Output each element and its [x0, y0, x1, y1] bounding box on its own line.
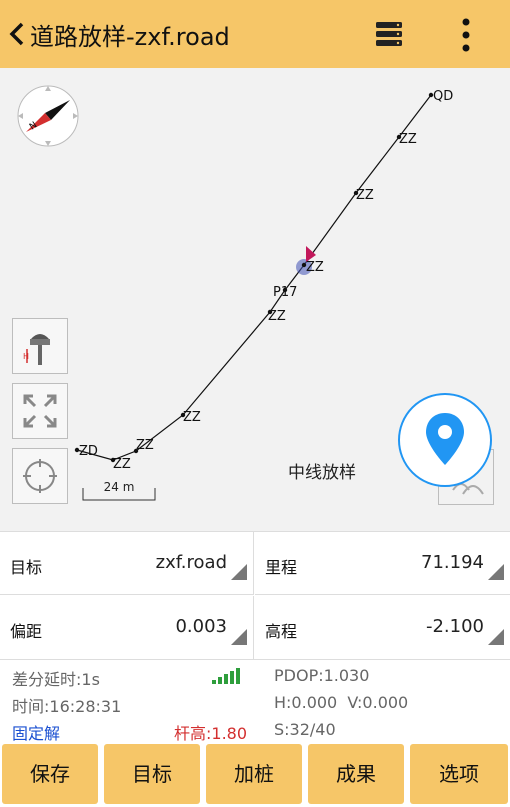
list-icon[interactable]	[374, 20, 404, 48]
results-button[interactable]: 成果	[308, 744, 404, 804]
pole-height-text: 杆高:1.80	[174, 724, 248, 743]
centerline-path	[76, 94, 432, 461]
location-pin-icon	[426, 413, 464, 465]
time-text: 时间:16:28:31	[12, 697, 122, 716]
route-point-label: ZD	[79, 444, 98, 459]
target-value: zxf.road	[155, 552, 227, 573]
satellite-count-text: S:32/40	[274, 720, 336, 739]
pdop-text: PDOP:1.030	[274, 666, 370, 685]
route-point-label: ZZ	[356, 188, 374, 203]
route-point-label: QD	[433, 89, 453, 104]
compass-icon[interactable]: N	[12, 80, 84, 152]
gnss-status-panel: 差分延时:1s PDOP:1.030 时间:16:28:31 H:0.000 V…	[0, 659, 510, 745]
save-button[interactable]: 保存	[2, 744, 98, 804]
diff-delay-text: 差分延时:1s	[12, 670, 100, 689]
offset-value: 0.003	[175, 616, 227, 637]
receiver-height-icon: H	[23, 334, 50, 365]
route-point-label: P17	[273, 285, 297, 300]
chevron-left-icon[interactable]	[4, 14, 30, 54]
stakeout-mode-label: 中线放样	[288, 463, 356, 483]
zoom-extent-icon	[23, 394, 57, 428]
action-bar: 保存 目标 加桩 成果 选项	[0, 744, 510, 807]
solution-status: 固定解	[12, 724, 61, 743]
mileage-label: 里程	[265, 558, 298, 577]
route-point-label: ZZ	[183, 410, 201, 425]
offset-cell[interactable]: 偏距 0.003	[0, 596, 254, 659]
target-cell[interactable]: 目标 zxf.road	[0, 532, 254, 595]
dropdown-corner-icon	[488, 564, 504, 580]
offset-label: 偏距	[10, 622, 43, 641]
navigate-button[interactable]	[398, 393, 492, 487]
map-canvas[interactable]: QD ZZ ZZ ZZ P17 ZZ ZZ ZZ ZZ ZD N H 24 m …	[0, 68, 510, 531]
route-point-label: ZZ	[399, 132, 417, 147]
route-point-label: ZZ	[306, 260, 324, 275]
hv-precision-text: H:0.000 V:0.000	[274, 693, 409, 712]
map-scale: 24 m	[82, 480, 156, 502]
target-label: 目标	[10, 558, 43, 577]
dropdown-corner-icon	[231, 564, 247, 580]
svg-text:H: H	[23, 352, 29, 361]
options-button[interactable]: 选项	[410, 744, 508, 804]
elevation-label: 高程	[265, 622, 298, 641]
page-title: 道路放样-zxf.road	[30, 23, 230, 51]
elevation-cell[interactable]: 高程 -2.100	[255, 596, 510, 659]
receiver-height-button[interactable]: H	[12, 318, 68, 374]
route-point-label: ZZ	[113, 457, 131, 472]
target-button[interactable]: 目标	[104, 744, 200, 804]
dropdown-corner-icon	[488, 629, 504, 645]
signal-strength-icon	[212, 668, 240, 684]
route-point-label: ZZ	[136, 438, 154, 453]
more-vertical-icon[interactable]	[454, 16, 478, 54]
mileage-value: 71.194	[421, 552, 484, 573]
app-header: 道路放样-zxf.road	[0, 0, 510, 68]
zoom-extent-button[interactable]	[12, 383, 68, 439]
route-point-label: ZZ	[268, 309, 286, 324]
locate-icon	[23, 459, 57, 493]
scale-ruler	[82, 488, 156, 501]
stakeout-info-panel: 目标 zxf.road 里程 71.194 偏距 0.003 高程 -2.100	[0, 531, 510, 660]
elevation-value: -2.100	[425, 616, 484, 637]
mileage-cell[interactable]: 里程 71.194	[255, 532, 510, 595]
locate-button[interactable]	[12, 448, 68, 504]
dropdown-corner-icon	[231, 629, 247, 645]
add-stake-button[interactable]: 加桩	[206, 744, 302, 804]
